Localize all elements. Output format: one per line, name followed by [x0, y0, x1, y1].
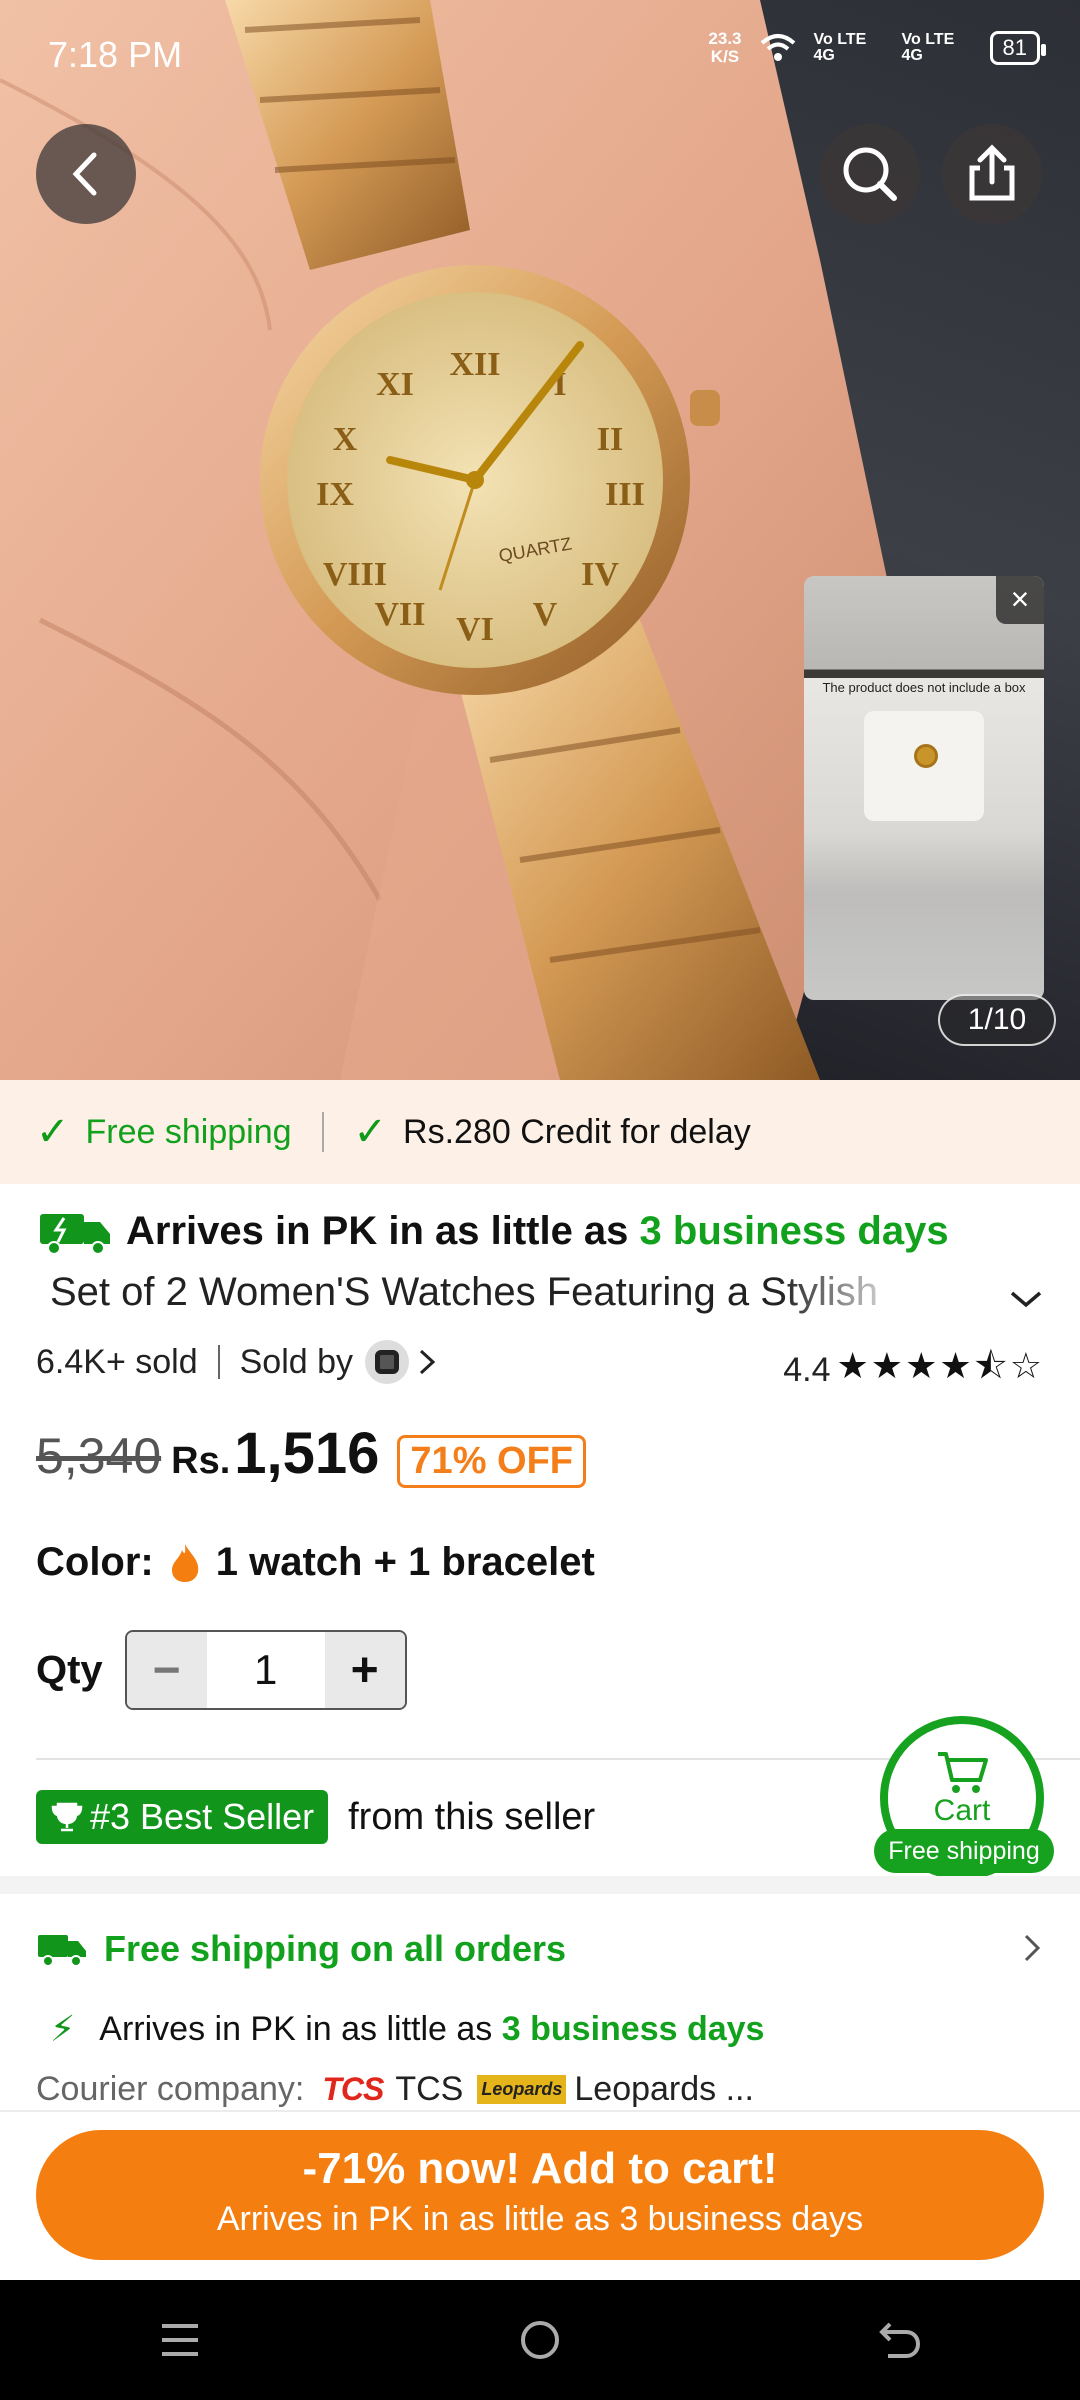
cta-main: -71% now! Add to cart!	[302, 2144, 778, 2193]
divider	[0, 2110, 1080, 2112]
best-seller-badge: #3 Best Seller	[36, 1790, 329, 1844]
divider	[217, 1345, 220, 1379]
chevron-down-icon[interactable]	[1008, 1276, 1044, 1321]
best-seller-suffix: from this seller	[348, 1795, 596, 1838]
quantity-stepper[interactable]: − 1 +	[124, 1630, 407, 1710]
free-shipping-all-row[interactable]: Free shipping on all orders	[36, 1928, 566, 1970]
rating[interactable]: 4.4 ★★★★⯪☆	[783, 1340, 1044, 1401]
arrive-text: Arrives in PK in as little as	[126, 1208, 640, 1253]
wifi-icon	[760, 34, 795, 61]
search-icon	[843, 147, 897, 201]
share-button[interactable]	[942, 124, 1042, 224]
svg-text:IX: IX	[316, 476, 354, 513]
svg-text:VIII: VIII	[323, 556, 387, 593]
check-icon: ✓	[36, 1110, 70, 1154]
currency: Rs.	[171, 1440, 231, 1482]
status-bar: 7:18 PM 23.3 K/S Vo LTE 4G Vo LTE 4G 81	[0, 0, 1080, 110]
quantity-row: Qty − 1 +	[36, 1630, 407, 1710]
add-to-cart-button[interactable]: -71% now! Add to cart! Arrives in PK in …	[36, 2130, 1044, 2260]
chevron-right-icon[interactable]	[1020, 1930, 1044, 1976]
signal-2: Vo LTE 4G	[901, 31, 955, 64]
title-fade	[780, 1270, 910, 1326]
credit-label: Rs.280 Credit for delay	[403, 1112, 751, 1151]
back-arrow-icon	[879, 2322, 921, 2358]
svg-text:XII: XII	[449, 346, 500, 383]
close-icon[interactable]: ×	[996, 576, 1044, 624]
increment-button[interactable]: +	[324, 1632, 405, 1708]
svg-text:II: II	[597, 421, 623, 458]
arrive-days-2: 3 business days	[501, 2009, 765, 2048]
discount-badge: 71% OFF	[397, 1435, 587, 1488]
lightning-icon: ⚡	[50, 2008, 76, 2049]
chevron-left-icon	[72, 152, 97, 196]
svg-text:X: X	[333, 421, 358, 458]
free-shipping-label: Free shipping	[85, 1112, 292, 1151]
sales-row: 6.4K+ sold Sold by	[36, 1340, 439, 1384]
video-preview[interactable]: The product does not include a box ×	[804, 576, 1044, 1000]
best-seller-row[interactable]: #3 Best Seller from this seller	[36, 1790, 595, 1844]
tcs-label: TCS	[395, 2070, 464, 2108]
sold-count: 6.4K+ sold	[36, 1342, 198, 1381]
network-speed: 23.3 K/S	[708, 29, 742, 66]
menu-icon	[162, 2324, 198, 2356]
sold-by-label[interactable]: Sold by	[240, 1343, 353, 1382]
fast-truck-icon	[40, 1214, 110, 1255]
quantity-value[interactable]: 1	[207, 1632, 325, 1708]
svg-text:VI: VI	[456, 611, 494, 648]
share-icon	[969, 144, 1015, 201]
free-all-label: Free shipping on all orders	[104, 1928, 567, 1969]
arrival-info-2: ⚡ Arrives in PK in as little as 3 busine…	[50, 2008, 764, 2050]
price-row: 5,340 Rs. 1,516 71% OFF	[36, 1420, 587, 1488]
tcs-logo: TCS	[322, 2071, 384, 2107]
courier-label: Courier company:	[36, 2070, 305, 2108]
color-label: Color:	[36, 1540, 154, 1584]
back-nav-button[interactable]	[860, 2300, 940, 2380]
clock: 7:18 PM	[48, 34, 183, 75]
check-icon: ✓	[353, 1110, 388, 1154]
sale-price: 1,516	[234, 1421, 380, 1486]
rating-value: 4.4	[783, 1351, 831, 1389]
cart-label: Cart	[933, 1794, 991, 1827]
arrive-days: 3 business days	[639, 1208, 949, 1253]
truck-icon	[38, 1935, 86, 1967]
svg-text:VII: VII	[374, 596, 425, 633]
svg-text:IV: IV	[581, 556, 619, 593]
menu-nav-button[interactable]	[140, 2300, 220, 2380]
courier-row: Courier company: TCS TCS Leopards Leopar…	[36, 2070, 754, 2109]
home-nav-button[interactable]	[500, 2300, 580, 2380]
store-logo[interactable]	[365, 1340, 410, 1384]
trophy-icon	[51, 1802, 83, 1832]
chevron-right-icon[interactable]	[415, 1347, 439, 1377]
search-button[interactable]	[820, 124, 920, 224]
video-caption: The product does not include a box	[822, 680, 1026, 695]
cta-sub: Arrives in PK in as little as 3 business…	[216, 2200, 864, 2238]
shipping-strip[interactable]: ✓ Free shipping ✓ Rs.280 Credit for dela…	[0, 1080, 1080, 1184]
flame-icon	[171, 1543, 199, 1582]
battery-indicator: 81	[989, 31, 1047, 65]
leopards-label: Leopards ...	[574, 2070, 754, 2108]
svg-text:V: V	[533, 596, 558, 633]
signal-1: Vo LTE 4G	[813, 31, 867, 64]
cart-icon	[938, 1752, 988, 1793]
leopards-logo: Leopards	[477, 2075, 567, 2104]
arrive-text-2: Arrives in PK in as little as	[99, 2009, 502, 2048]
star-rating-icon: ★★★★⯪☆	[836, 1345, 1044, 1386]
divider	[321, 1112, 324, 1152]
color-row[interactable]: Color: 1 watch + 1 bracelet	[36, 1540, 595, 1585]
svg-text:XI: XI	[376, 366, 414, 403]
section-gap	[0, 1876, 1080, 1894]
system-nav-bar	[0, 2280, 1080, 2400]
cart-free-shipping-badge: Free shipping	[874, 1829, 1054, 1873]
product-image-gallery[interactable]: XII I II III IV V VI VII VIII IX X XI QUARTZ 7:1…	[0, 0, 1080, 1080]
back-button[interactable]	[36, 124, 136, 224]
qty-label: Qty	[36, 1647, 103, 1692]
decrement-button[interactable]: −	[126, 1632, 207, 1708]
video-watch	[914, 744, 938, 768]
original-price: 5,340	[36, 1428, 162, 1484]
image-counter: 1/10	[938, 994, 1056, 1046]
svg-text:III: III	[605, 476, 645, 513]
color-value: 1 watch + 1 bracelet	[215, 1540, 595, 1584]
home-circle-icon	[521, 2321, 559, 2359]
arrival-info: Arrives in PK in as little as 3 business…	[36, 1206, 949, 1256]
